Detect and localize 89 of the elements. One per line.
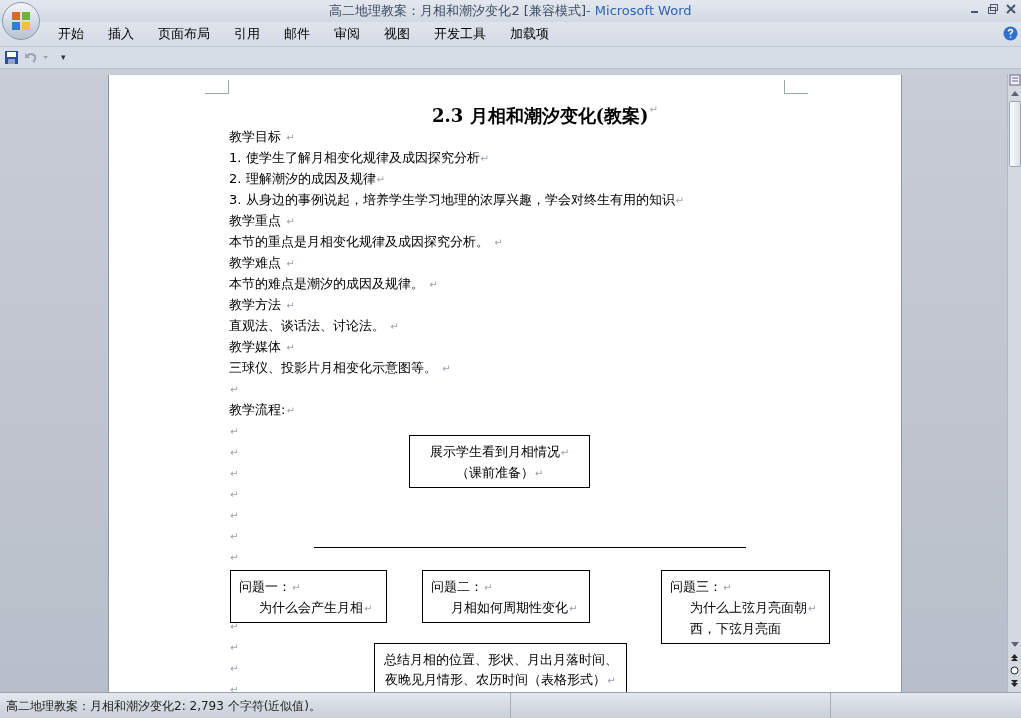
paragraph-mark: ↵ (534, 468, 544, 479)
paragraph-text: 本节的重点是月相变化规律及成因探究分析。 (229, 234, 490, 249)
paragraph-mark: ↵ (230, 510, 239, 521)
box-text: 问题三： (670, 579, 722, 594)
vertical-scrollbar[interactable] (1007, 74, 1021, 692)
document-title: 2.3 月相和潮汐变化(教案) (432, 104, 649, 126)
save-icon[interactable] (4, 50, 19, 65)
paragraph-text: 教学媒体 (229, 339, 282, 354)
paragraph-mark: ↵ (675, 195, 684, 206)
box-text: 总结月相的位置、形状、月出月落时间、 (383, 652, 618, 667)
paragraph-mark: ↵ (230, 447, 239, 458)
box-text: 为什么上弦月亮面朝 (690, 600, 807, 615)
paragraph-mark: ↵ (286, 132, 295, 143)
ribbon-tab[interactable]: 邮件 (272, 23, 322, 45)
paragraph-mark: ↵ (723, 582, 732, 593)
box-text: 问题一： (239, 579, 291, 594)
paragraph-mark: ↵ (607, 675, 616, 686)
customize-toolbar-button[interactable]: ▾ (61, 50, 66, 65)
paragraph-mark: ↵ (286, 342, 295, 353)
paragraph-mark: ↵ (390, 321, 399, 332)
paragraph-text: 教学难点 (229, 255, 282, 270)
paragraph-mark: ↵ (376, 174, 385, 185)
paragraph-mark: ↵ (429, 279, 438, 290)
paragraph-mark: ↵ (230, 426, 239, 437)
paragraph-mark: ↵ (364, 603, 373, 614)
box-text: 西，下弦月亮面 (690, 621, 781, 636)
paragraph-mark: ↵ (286, 216, 295, 227)
paragraph-mark: ↵ (230, 621, 239, 632)
ribbon-tab[interactable]: 视图 (372, 23, 422, 45)
box-text: 展示学生看到月相情况 (429, 444, 560, 459)
paragraph-mark: ↵ (442, 363, 451, 374)
paragraph-mark: ↵ (494, 237, 503, 248)
restore-icon[interactable] (987, 3, 999, 15)
box-text: 夜晚见月情形、农历时间（表格形式） (385, 672, 607, 687)
window-title: 高二地理教案：月相和潮汐变化2 [兼容模式] (329, 2, 586, 21)
paragraph-mark: ↵ (230, 663, 239, 674)
paragraph-text: 教学方法 (229, 297, 282, 312)
box-text: 月相如何周期性变化 (451, 600, 568, 615)
paragraph-text: 直观法、谈话法、讨论法。 (229, 318, 386, 333)
crop-mark (784, 80, 808, 94)
office-button[interactable] (2, 2, 40, 40)
next-page-icon[interactable] (1010, 679, 1019, 688)
ribbon-tab[interactable]: 插入 (96, 23, 146, 45)
paragraph-mark: ↵ (230, 384, 239, 395)
paragraph-mark: ↵ (230, 468, 239, 479)
scroll-down-icon[interactable] (1009, 641, 1020, 649)
paragraph-mark: ↵ (230, 489, 239, 500)
paragraph-mark: ↵ (230, 642, 239, 653)
browse-object-icon[interactable] (1010, 666, 1019, 675)
paragraph-mark: ↵ (292, 582, 301, 593)
paragraph-mark: ↵ (569, 603, 578, 614)
status-text: 高二地理教案：月相和潮汐变化2: 2,793 个字符(近似值)。 (5, 697, 323, 715)
paragraph-mark: ↵ (286, 300, 295, 311)
paragraph-mark: ↵ (808, 603, 817, 614)
paragraph-text: 教学流程: (229, 402, 286, 417)
ribbon-tab[interactable]: 页面布局 (146, 23, 222, 45)
paragraph-text: 三球仪、投影片月相变化示意图等。 (229, 360, 438, 375)
help-icon[interactable] (1003, 26, 1018, 41)
ribbon-tab[interactable]: 加载项 (498, 23, 561, 45)
paragraph-text: 3. 从身边的事例说起，培养学生学习地理的浓厚兴趣，学会对终生有用的知识 (229, 192, 675, 207)
ribbon-tab[interactable]: 审阅 (322, 23, 372, 45)
close-icon[interactable] (1005, 3, 1017, 15)
ruler-toggle-icon[interactable] (1008, 74, 1021, 86)
ribbon-tab[interactable]: 开始 (46, 23, 96, 45)
office-logo-icon (10, 10, 32, 32)
paragraph-mark: ↵ (649, 103, 658, 117)
paragraph-mark: ↵ (480, 153, 489, 164)
ribbon-tab[interactable]: 开发工具 (422, 23, 498, 45)
paragraph-mark: ↵ (560, 447, 570, 458)
box-text: 为什么会产生月相 (259, 600, 363, 615)
paragraph-text: 2. 理解潮汐的成因及规律 (229, 171, 376, 186)
paragraph-text: 本节的难点是潮汐的成因及规律。 (229, 276, 425, 291)
paragraph-text: 1. 使学生了解月相变化规律及成因探究分析 (229, 150, 480, 165)
box-text: 问题二： (431, 579, 483, 594)
paragraph-mark: ↵ (230, 552, 239, 563)
paragraph-mark: ↵ (484, 582, 493, 593)
paragraph-text: 教学目标 (229, 129, 282, 144)
paragraph-text: 教学重点 (229, 213, 282, 228)
scroll-thumb[interactable] (1008, 101, 1021, 167)
crop-mark (205, 80, 229, 94)
previous-page-icon[interactable] (1010, 653, 1019, 662)
paragraph-mark: ↵ (286, 405, 295, 416)
paragraph-mark: ↵ (230, 531, 239, 542)
ribbon-tab[interactable]: 引用 (222, 23, 272, 45)
box-text: （课前准备） (455, 465, 534, 480)
paragraph-mark: ↵ (230, 684, 239, 692)
paragraph-mark: ↵ (286, 258, 295, 269)
scroll-up-icon[interactable] (1009, 89, 1020, 97)
app-name: - Microsoft Word (586, 2, 692, 21)
